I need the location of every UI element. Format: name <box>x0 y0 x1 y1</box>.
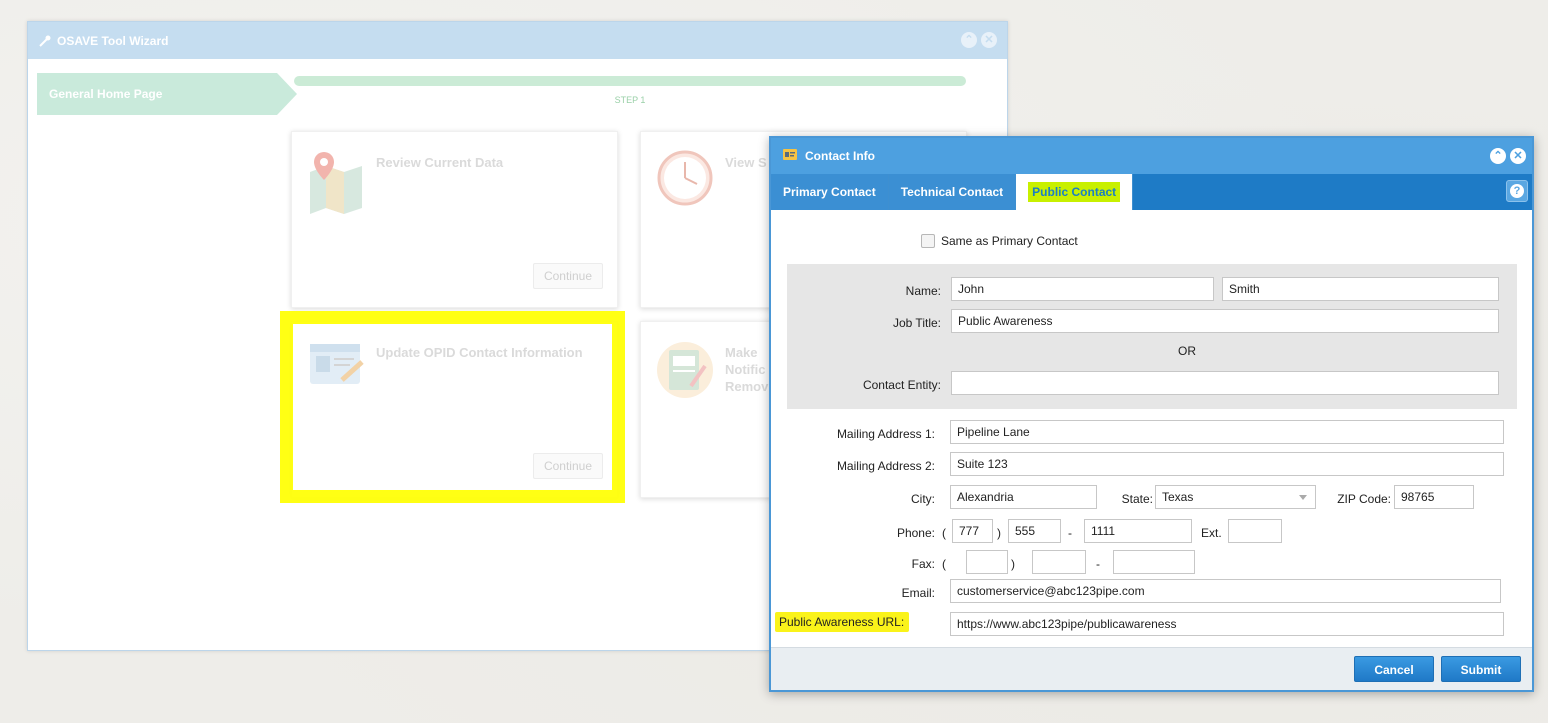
name-label: Name: <box>905 284 941 298</box>
phone-line-field[interactable]: 1111 <box>1084 519 1192 543</box>
fax-line-field[interactable] <box>1113 550 1195 574</box>
step-label: STEP 1 <box>614 95 646 105</box>
dialog-title: Contact Info <box>805 149 875 163</box>
city-field[interactable]: Alexandria <box>950 485 1097 509</box>
question-icon: ? <box>1510 184 1524 198</box>
clipboard-icon <box>657 340 713 403</box>
step-arrow-general-home[interactable]: General Home Page <box>37 73 297 115</box>
same-as-primary-label: Same as Primary Contact <box>941 234 1078 248</box>
fax-dash: - <box>1096 557 1100 571</box>
close-icon[interactable]: ✕ <box>1510 148 1526 164</box>
continue-button[interactable]: Continue <box>532 263 603 289</box>
continue-button[interactable]: Continue <box>532 453 603 479</box>
phone-open-paren: ( <box>942 526 946 540</box>
wizard-title-bar: OSAVE Tool Wizard ⌃ ✕ <box>28 22 1007 59</box>
fax-area-field[interactable] <box>966 550 1008 574</box>
submit-button[interactable]: Submit <box>1441 656 1521 682</box>
zip-field[interactable]: 98765 <box>1394 485 1474 509</box>
contact-entity-field[interactable] <box>951 371 1499 395</box>
phone-dash: - <box>1068 526 1072 540</box>
chevron-down-icon <box>1299 495 1307 500</box>
job-title-field[interactable]: Public Awareness <box>951 309 1499 333</box>
state-label: State: <box>1121 492 1153 506</box>
job-title-label: Job Title: <box>892 316 941 330</box>
state-select-value: Texas <box>1162 490 1194 504</box>
card-update-opid-contact: Update OPID Contact Information Continue <box>291 321 618 498</box>
phone-prefix-field[interactable]: 555 <box>1008 519 1061 543</box>
email-field[interactable]: customerservice@abc123pipe.com <box>950 579 1501 603</box>
email-label: Email: <box>901 586 935 600</box>
phone-area-field[interactable]: 777 <box>952 519 993 543</box>
wizard-title: OSAVE Tool Wizard <box>57 33 169 48</box>
zip-label: ZIP Code: <box>1337 492 1391 506</box>
same-as-primary-checkbox[interactable] <box>921 234 935 248</box>
map-icon <box>308 150 364 217</box>
clock-icon <box>657 150 713 209</box>
public-awareness-url-field[interactable]: https://www.abc123pipe/publicawareness <box>950 612 1504 636</box>
fax-close-paren: ) <box>1011 557 1015 571</box>
tab-public-contact[interactable]: Public Contact <box>1016 174 1134 210</box>
url-label-highlight: Public Awareness URL: <box>775 612 910 632</box>
mailing-address-2-field[interactable]: Suite 123 <box>950 452 1504 476</box>
dialog-footer: Cancel Submit <box>771 647 1532 690</box>
cancel-button[interactable]: Cancel <box>1354 656 1434 682</box>
card-title: Update OPID Contact Information <box>376 345 583 360</box>
collapse-icon[interactable]: ⌃ <box>1490 148 1506 164</box>
close-icon[interactable]: ✕ <box>981 32 997 48</box>
url-label: Public Awareness URL: <box>779 615 905 629</box>
mailing-address-1-label: Mailing Address 1: <box>836 427 935 441</box>
same-as-primary-row[interactable]: Same as Primary Contact <box>921 234 1078 248</box>
phone-label: Phone: <box>896 526 935 540</box>
collapse-icon[interactable]: ⌃ <box>961 32 977 48</box>
phone-ext-field[interactable] <box>1228 519 1282 543</box>
tab-bar: Primary Contact Technical Contact Public… <box>771 174 1532 210</box>
ext-label: Ext. <box>1201 526 1222 540</box>
progress-bar <box>294 76 966 86</box>
or-label: OR <box>1178 344 1196 358</box>
state-select[interactable]: Texas <box>1155 485 1316 509</box>
help-button[interactable]: ? <box>1506 180 1528 202</box>
first-name-field[interactable]: John <box>951 277 1214 301</box>
last-name-field[interactable]: Smith <box>1222 277 1499 301</box>
tab-primary-contact[interactable]: Primary Contact <box>771 174 889 210</box>
tab-technical-contact[interactable]: Technical Contact <box>888 174 1017 210</box>
contact-card-icon <box>783 149 797 163</box>
card-title: Make Notific Remov <box>725 345 769 394</box>
phone-close-paren: ) <box>997 526 1001 540</box>
contact-info-dialog: Contact Info ⌃ ✕ Primary Contact Technic… <box>769 136 1534 692</box>
fax-open-paren: ( <box>942 557 946 571</box>
mailing-address-1-field[interactable]: Pipeline Lane <box>950 420 1504 444</box>
contact-card-icon <box>308 340 366 393</box>
contact-entity-label: Contact Entity: <box>862 378 941 392</box>
fax-prefix-field[interactable] <box>1032 550 1086 574</box>
tab-public-contact-label: Public Contact <box>1028 182 1121 202</box>
card-title: Review Current Data <box>376 155 504 170</box>
dialog-title-bar: Contact Info ⌃ ✕ <box>771 138 1532 174</box>
card-review-current-data: Review Current Data Continue <box>291 131 618 308</box>
wand-icon <box>38 34 52 48</box>
city-label: City: <box>911 492 935 506</box>
mailing-address-2-label: Mailing Address 2: <box>836 459 935 473</box>
fax-label: Fax: <box>911 557 935 571</box>
